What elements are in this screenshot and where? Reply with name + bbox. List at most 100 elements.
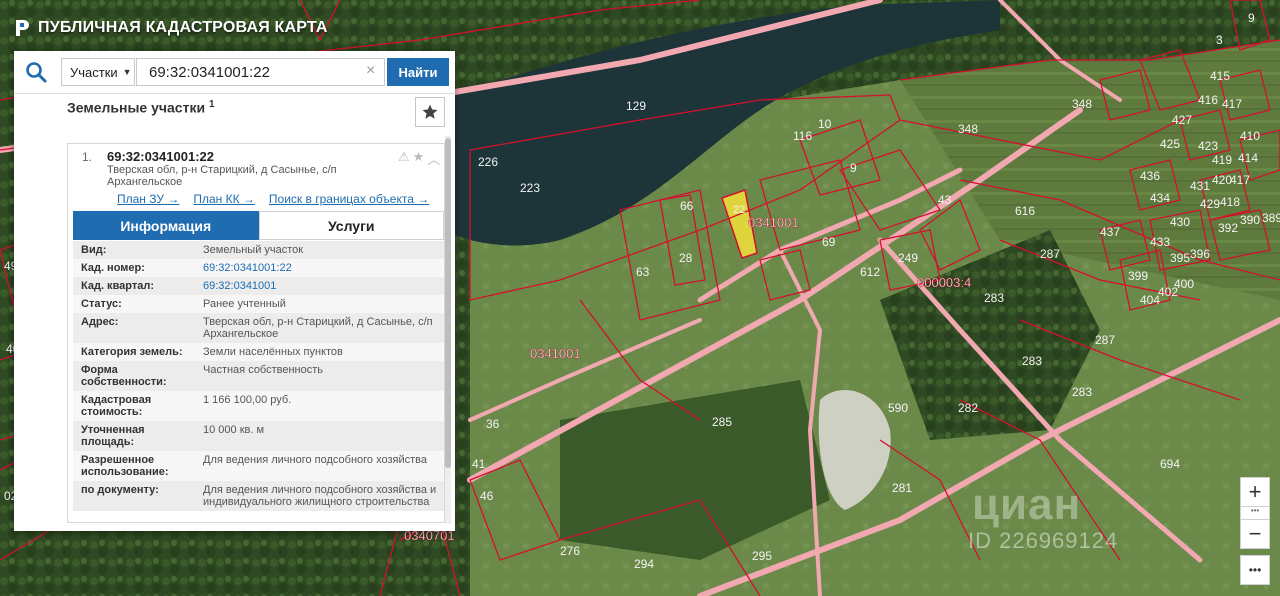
svg-text:46: 46 <box>480 489 494 503</box>
svg-text:414: 414 <box>1238 151 1258 165</box>
property-row: Адрес: Тверская обл, р-н Старицкий, д Са… <box>73 313 444 343</box>
svg-text:283: 283 <box>1072 385 1092 399</box>
svg-text:10: 10 <box>818 117 832 131</box>
search-type-select[interactable]: Участки ▼ <box>61 58 135 86</box>
svg-text:395: 395 <box>1170 251 1190 265</box>
property-key: Категория земель: <box>81 346 183 358</box>
svg-text:418: 418 <box>1220 195 1240 209</box>
svg-text:283: 283 <box>984 291 1004 305</box>
property-key: Статус: <box>81 298 122 310</box>
property-value: Ранее учтенный <box>203 298 286 310</box>
property-row: Кад. квартал: 69:32:0341001 <box>73 277 444 295</box>
svg-text:0341001: 0341001 <box>530 346 581 361</box>
svg-text:590: 590 <box>888 401 908 415</box>
svg-text:390: 390 <box>1240 213 1260 227</box>
chevron-up-icon[interactable]: ︿ <box>427 149 440 168</box>
tab-information[interactable]: Информация <box>73 211 259 240</box>
svg-text:129: 129 <box>626 99 646 113</box>
property-value: Для ведения личного подсобного хозяйства… <box>203 484 437 508</box>
svg-text:612: 612 <box>860 265 880 279</box>
star-icon[interactable]: ★ <box>413 149 425 168</box>
plan-kk-link[interactable]: План КК → <box>193 192 255 206</box>
svg-text:389: 389 <box>1262 211 1280 225</box>
svg-text:287: 287 <box>1040 247 1060 261</box>
results-scrollbar[interactable] <box>445 136 451 524</box>
svg-text:249: 249 <box>898 251 918 265</box>
find-button[interactable]: Найти <box>387 58 449 86</box>
svg-text:283: 283 <box>1022 354 1042 368</box>
property-row: Форма собственности: Частная собственнос… <box>73 361 444 391</box>
svg-text:430: 430 <box>1170 215 1190 229</box>
svg-text:116: 116 <box>793 129 812 143</box>
svg-text:285: 285 <box>712 415 732 429</box>
app-header: ПУБЛИЧНАЯ КАДАСТРОВАЯ КАРТА <box>14 14 328 42</box>
property-value-link[interactable]: 69:32:0341001:22 <box>197 259 444 277</box>
search-input[interactable] <box>136 58 385 86</box>
property-row: Разрешенное использование: Для ведения л… <box>73 451 444 481</box>
svg-text:423: 423 <box>1198 139 1218 153</box>
svg-text:000003:4: 000003:4 <box>917 275 971 290</box>
result-tabs: Информация Услуги <box>73 211 444 240</box>
property-key: Вид: <box>81 244 107 256</box>
zoom-out-button[interactable]: − <box>1240 519 1270 549</box>
property-row: Категория земель: Земли населённых пункт… <box>73 343 444 361</box>
tab-services[interactable]: Услуги <box>258 211 444 240</box>
svg-text:28: 28 <box>679 251 693 265</box>
property-row: Уточненная площадь: 10 000 кв. м <box>73 421 444 451</box>
property-key: Кад. квартал: <box>81 280 155 292</box>
search-in-bounds-link[interactable]: Поиск в границах объекта → <box>269 192 429 206</box>
svg-text:294: 294 <box>634 557 654 571</box>
property-key: Адрес: <box>81 316 119 328</box>
warning-icon[interactable]: ⚠ <box>398 149 410 168</box>
results-title-text: Земельные участки <box>67 99 206 116</box>
property-value: Земельный участок <box>203 244 304 256</box>
results-count: 1 <box>208 99 215 110</box>
svg-text:415: 415 <box>1210 69 1230 83</box>
search-type-label: Участки <box>70 64 118 80</box>
svg-text:9: 9 <box>850 161 857 175</box>
svg-text:400: 400 <box>1174 277 1194 291</box>
svg-text:427: 427 <box>1172 113 1192 127</box>
property-value: Тверская обл, р-н Старицкий, д Сасынье, … <box>203 316 433 340</box>
favorite-button[interactable] <box>415 97 445 127</box>
property-key: Форма собственности: <box>81 364 167 388</box>
svg-text:22: 22 <box>733 204 745 216</box>
svg-text:396: 396 <box>1190 247 1210 261</box>
result-cad-number[interactable]: 69:32:0341001:22 <box>107 149 214 164</box>
svg-text:41: 41 <box>472 457 486 471</box>
zoom-slider-dots[interactable]: ••• <box>1240 507 1270 519</box>
watermark-id: ID 226969124 <box>968 528 1119 553</box>
svg-text:3: 3 <box>1216 33 1223 47</box>
svg-text:431: 431 <box>1190 179 1210 193</box>
chevron-down-icon: ▼ <box>122 67 132 77</box>
clear-icon[interactable]: × <box>366 62 375 80</box>
svg-text:43: 43 <box>938 193 952 207</box>
svg-text:616: 616 <box>1015 204 1035 218</box>
search-icon[interactable] <box>24 60 48 84</box>
result-number: 1. <box>82 150 93 164</box>
property-key: Разрешенное использование: <box>81 454 169 478</box>
svg-text:417: 417 <box>1222 97 1242 111</box>
scrollbar-thumb[interactable] <box>445 138 451 468</box>
svg-text:410: 410 <box>1240 129 1260 143</box>
svg-text:416: 416 <box>1198 93 1218 107</box>
property-key: по документу: <box>81 484 159 496</box>
svg-text:436: 436 <box>1140 169 1160 183</box>
pkk-logo-icon <box>16 20 29 36</box>
svg-text:433: 433 <box>1150 235 1170 249</box>
svg-text:63: 63 <box>636 265 650 279</box>
property-value-link[interactable]: 69:32:0341001 <box>197 277 444 295</box>
property-key: Кадастровая стоимость: <box>81 394 152 418</box>
svg-text:287: 287 <box>1095 333 1115 347</box>
more-options-button[interactable]: ••• <box>1240 555 1270 585</box>
search-bar: Участки ▼ × Найти <box>14 51 455 93</box>
svg-text:295: 295 <box>752 549 772 563</box>
star-icon <box>422 104 438 119</box>
plan-zu-link[interactable]: План ЗУ → <box>117 192 179 206</box>
property-value: 1 166 100,00 руб. <box>203 394 292 406</box>
zoom-in-button[interactable]: + <box>1240 477 1270 507</box>
result-address: Тверская обл, р-н Старицкий, д Сасынье, … <box>107 164 337 188</box>
property-value: Земли населённых пунктов <box>203 346 343 358</box>
svg-text:276: 276 <box>560 544 580 558</box>
property-value: Для ведения личного подсобного хозяйства <box>203 454 427 466</box>
